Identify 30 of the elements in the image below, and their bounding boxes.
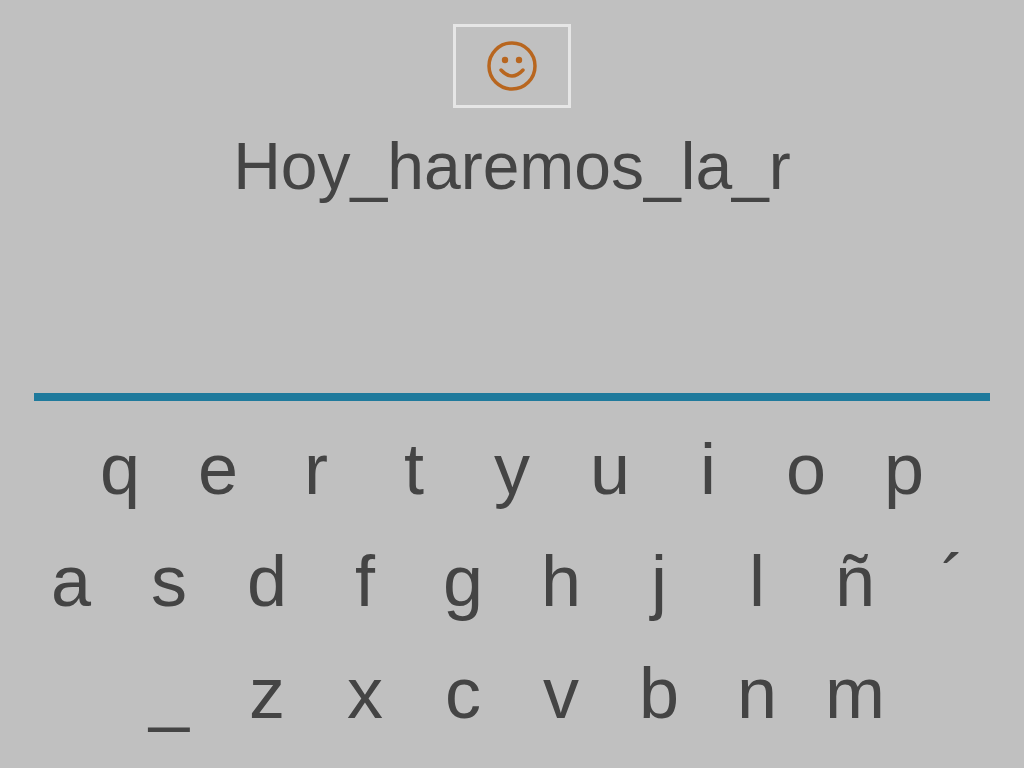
letter-key[interactable]: _ (120, 637, 218, 749)
letter-key[interactable]: a (22, 525, 120, 637)
letter-key[interactable]: b (610, 637, 708, 749)
letter-key[interactable]: p (855, 413, 953, 525)
letter-key[interactable]: c (414, 637, 512, 749)
letter-key[interactable]: z (218, 637, 316, 749)
letter-key[interactable]: d (218, 525, 316, 637)
letter-key[interactable]: v (512, 637, 610, 749)
letter-key[interactable]: u (561, 413, 659, 525)
letter-key[interactable]: ñ (806, 525, 904, 637)
letter-key[interactable]: m (806, 637, 904, 749)
letter-key[interactable]: l (708, 525, 806, 637)
letter-key[interactable]: q (71, 413, 169, 525)
letter-key[interactable]: h (512, 525, 610, 637)
letter-key[interactable]: ´ (904, 525, 1002, 637)
letter-key[interactable]: x (316, 637, 414, 749)
letter-key[interactable]: y (463, 413, 561, 525)
letter-key[interactable]: i (659, 413, 757, 525)
letter-key[interactable]: f (316, 525, 414, 637)
letter-key[interactable]: j (610, 525, 708, 637)
letter-key[interactable]: o (757, 413, 855, 525)
smiley-icon (486, 40, 538, 92)
answer-text: Hoy_haremos_la_r (233, 128, 791, 204)
letter-key[interactable]: r (267, 413, 365, 525)
letter-key[interactable]: t (365, 413, 463, 525)
letter-key[interactable]: s (120, 525, 218, 637)
letter-key[interactable]: e (169, 413, 267, 525)
letter-key[interactable]: g (414, 525, 512, 637)
letter-key[interactable]: n (708, 637, 806, 749)
hint-button[interactable] (453, 24, 571, 108)
